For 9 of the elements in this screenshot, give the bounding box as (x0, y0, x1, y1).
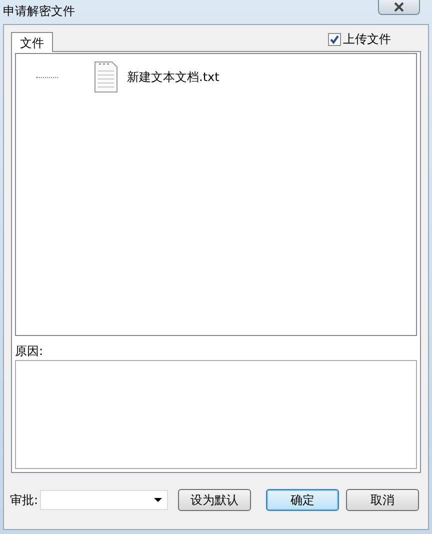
checkbox-label: 上传文件 (343, 31, 391, 48)
tab[interactable]: 文件 (11, 32, 53, 52)
window-title: 申请解密文件 (3, 3, 75, 20)
file-item[interactable]: 新建文本文档.txt (126, 68, 220, 86)
approval-label: 审批: (10, 492, 38, 509)
dialog-button[interactable]: 取消 (346, 489, 420, 511)
dialog-button[interactable]: 确定 (266, 489, 340, 511)
reason-label: 原因: (15, 343, 44, 360)
dialog-button[interactable]: 设为默认 (178, 489, 252, 511)
